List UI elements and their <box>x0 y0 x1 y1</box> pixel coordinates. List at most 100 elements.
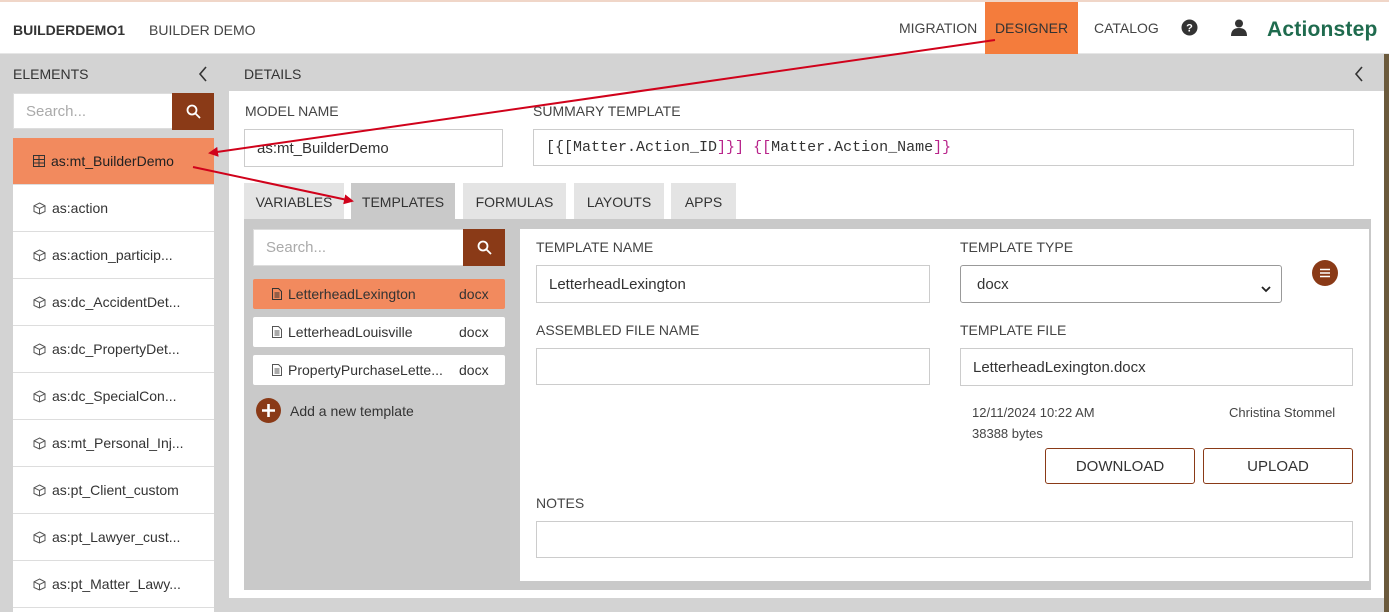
summary-template-field[interactable]: [{[Matter.Action_ID]}] {[Matter.Action_N… <box>533 129 1354 166</box>
menu-icon <box>1320 268 1330 278</box>
plus-circle-icon <box>256 398 281 423</box>
summary-bracket: ]}] <box>717 139 745 156</box>
cube-icon <box>33 295 46 309</box>
elements-title: ELEMENTS <box>13 66 89 82</box>
document-icon <box>272 326 282 338</box>
template-name-field[interactable]: LetterheadLexington <box>536 265 930 303</box>
template-item[interactable]: LetterheadLexington docx <box>253 279 505 309</box>
element-item[interactable]: as:pt_Matter_Lawy... <box>13 561 214 608</box>
document-icon <box>272 364 282 376</box>
nav-migration[interactable]: MIGRATION <box>883 2 993 54</box>
nav-designer[interactable]: DESIGNER <box>985 2 1078 54</box>
upload-button[interactable]: UPLOAD <box>1203 448 1353 484</box>
template-type-label: TEMPLATE TYPE <box>960 239 1074 255</box>
element-label: as:pt_Matter_Lawy... <box>52 576 181 592</box>
svg-text:?: ? <box>1186 23 1193 35</box>
model-name-field[interactable]: as:mt_BuilderDemo <box>244 129 503 167</box>
tab-variables[interactable]: VARIABLES <box>244 183 344 220</box>
template-item[interactable]: PropertyPurchaseLette... docx <box>253 355 505 385</box>
template-name: LetterheadLexington <box>288 286 416 302</box>
assembled-file-name-label: ASSEMBLED FILE NAME <box>536 322 700 338</box>
template-file-author: Christina Stommel <box>1229 405 1336 420</box>
element-label: as:dc_PropertyDet... <box>52 341 180 357</box>
summary-template-label: SUMMARY TEMPLATE <box>533 103 681 119</box>
summary-token: Matter.Action_Name <box>771 139 934 156</box>
collapse-elements-icon[interactable] <box>198 66 208 87</box>
template-item[interactable]: LetterheadLouisville docx <box>253 317 505 347</box>
summary-bracket: {[ <box>753 139 772 156</box>
template-ext: docx <box>459 286 489 302</box>
element-item[interactable]: as:pt_Lawyer_cust... <box>13 514 214 561</box>
cube-icon <box>33 436 46 450</box>
element-item[interactable]: as:mt_BuilderDemo <box>13 138 214 185</box>
element-label: as:pt_Client_custom <box>52 482 179 498</box>
background-strip <box>1384 54 1389 612</box>
element-item[interactable]: as:action_particip... <box>13 232 214 279</box>
element-item[interactable]: as:mt_Personal_Inj... <box>13 420 214 467</box>
assembled-file-name-field[interactable] <box>536 348 930 385</box>
table-icon <box>33 155 45 167</box>
element-item[interactable]: as:dc_SpecialCon... <box>13 373 214 420</box>
notes-label: NOTES <box>536 495 585 511</box>
tab-formulas[interactable]: FORMULAS <box>463 183 566 220</box>
download-button[interactable]: DOWNLOAD <box>1045 448 1195 484</box>
tab-apps[interactable]: APPS <box>671 183 736 220</box>
tab-layouts[interactable]: LAYOUTS <box>574 183 664 220</box>
templates-search-input[interactable]: Search... <box>253 229 464 266</box>
details-title: DETAILS <box>244 66 302 82</box>
element-item[interactable]: as:dc_PropertyDet... <box>13 326 214 373</box>
template-file-date: 12/11/2024 10:22 AM <box>972 405 1095 420</box>
element-label: as:pt_Lawyer_cust... <box>52 529 181 545</box>
summary-bracket: [{[ <box>546 139 574 156</box>
element-label: as:mt_BuilderDemo <box>51 153 174 169</box>
templates-search-button[interactable] <box>463 229 505 266</box>
help-icon[interactable]: ? <box>1181 19 1198 41</box>
element-label: as:action <box>52 200 109 216</box>
nav-catalog[interactable]: CATALOG <box>1078 2 1175 54</box>
template-name: LetterheadLouisville <box>288 324 413 340</box>
cube-icon <box>33 389 46 403</box>
document-icon <box>272 288 282 300</box>
template-ext: docx <box>459 324 489 340</box>
template-menu-button[interactable] <box>1312 260 1338 286</box>
template-name-value: LetterheadLexington <box>549 275 686 293</box>
element-label: as:dc_SpecialCon... <box>52 388 177 404</box>
template-name-label: TEMPLATE NAME <box>536 239 654 255</box>
cube-icon <box>33 483 46 497</box>
add-template-label: Add a new template <box>290 402 414 419</box>
cube-icon <box>33 530 46 544</box>
chevron-down-icon <box>1261 280 1271 297</box>
search-icon <box>186 104 201 119</box>
model-name-label: MODEL NAME <box>245 103 339 119</box>
search-icon <box>477 240 492 255</box>
app-name: BUILDER DEMO <box>149 22 256 38</box>
element-item[interactable]: as:dc_AccidentDet... <box>13 279 214 326</box>
element-label: as:dc_AccidentDet... <box>52 294 181 310</box>
element-list-overflow <box>13 608 214 612</box>
template-name: PropertyPurchaseLette... <box>288 362 443 378</box>
notes-field[interactable] <box>536 521 1353 558</box>
user-icon[interactable] <box>1231 19 1247 41</box>
summary-bracket: ]} <box>933 139 952 156</box>
cube-icon <box>33 248 46 262</box>
tab-templates[interactable]: TEMPLATES <box>351 183 455 220</box>
template-file-size: 38388 bytes <box>972 426 1043 441</box>
collapse-details-icon[interactable] <box>1354 66 1364 87</box>
element-item[interactable]: as:pt_Client_custom <box>13 467 214 514</box>
template-type-value: docx <box>977 275 1009 293</box>
template-ext: docx <box>459 362 489 378</box>
summary-token: Matter.Action_ID <box>573 139 718 156</box>
cube-icon <box>33 577 46 591</box>
top-bar: BUILDERDEMO1 BUILDER DEMO MIGRATION DESI… <box>0 0 1389 54</box>
elements-search-input[interactable]: Search... <box>13 93 173 129</box>
actionstep-logo: Actionstep <box>1267 18 1378 41</box>
elements-search-button[interactable] <box>172 93 214 130</box>
template-type-select[interactable]: docx <box>960 265 1282 303</box>
template-file-field[interactable]: LetterheadLexington.docx <box>960 348 1353 386</box>
element-label: as:mt_Personal_Inj... <box>52 435 184 451</box>
app-code: BUILDERDEMO1 <box>13 22 126 38</box>
element-item[interactable]: as:action <box>13 185 214 232</box>
add-template-button[interactable]: Add a new template <box>256 398 414 423</box>
model-name-value: as:mt_BuilderDemo <box>257 139 389 157</box>
element-label: as:action_particip... <box>52 247 173 263</box>
